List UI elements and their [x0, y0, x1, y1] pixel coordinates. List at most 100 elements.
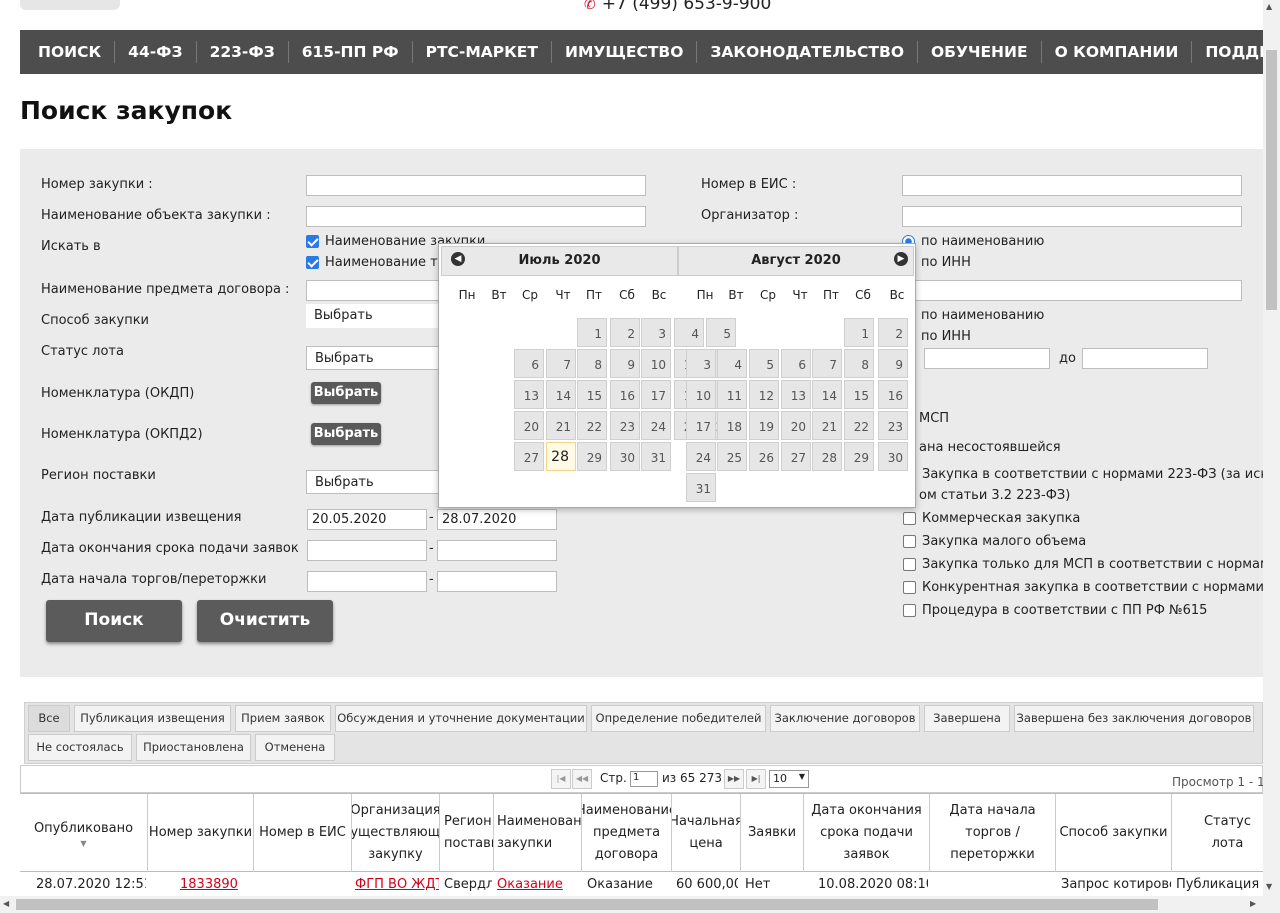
july-day[interactable]: 16: [610, 380, 640, 409]
pub-date-to-input[interactable]: 28.07.2020: [437, 509, 557, 530]
col-region[interactable]: Регион поставки: [439, 794, 493, 872]
july-day[interactable]: 30: [610, 442, 640, 471]
july-day[interactable]: 28: [546, 442, 576, 471]
july-day[interactable]: 5: [706, 318, 736, 347]
tab-completed-no-contract[interactable]: Завершена без заключения договоров: [1014, 705, 1254, 732]
august-day[interactable]: 7: [812, 349, 842, 378]
scroll-right-icon[interactable]: ▶: [1250, 899, 1256, 908]
last-page-icon[interactable]: ▶|: [746, 769, 766, 789]
cb-commercial[interactable]: Коммерческая закупка: [903, 511, 1080, 526]
col-status[interactable]: Статус лота: [1171, 794, 1263, 872]
price-to-input[interactable]: [1082, 348, 1208, 369]
col-number[interactable]: Номер закупки: [147, 794, 253, 872]
nav-44fz[interactable]: 44-ФЗ: [114, 41, 195, 63]
auction-start-from-input[interactable]: [307, 571, 427, 592]
pub-date-from-input[interactable]: 20.05.2020: [307, 509, 427, 530]
col-subject[interactable]: Наименование предмета договора: [581, 794, 671, 872]
cb-615[interactable]: Процедура в соответствии с ПП РФ №615: [903, 603, 1207, 618]
tab-discussion[interactable]: Обсуждения и уточнение документации: [335, 705, 587, 732]
august-day[interactable]: 14: [812, 380, 842, 409]
organizer-by-name-radio[interactable]: по наименованию: [902, 234, 1044, 249]
nav-615pp[interactable]: 615-ПП РФ: [287, 41, 412, 63]
tab-winners[interactable]: Определение победителей: [591, 705, 766, 732]
august-day[interactable]: 20: [781, 411, 811, 440]
col-purchase-name[interactable]: Наименование закупки: [493, 794, 581, 872]
august-day[interactable]: 13: [781, 380, 811, 409]
july-day[interactable]: 8: [577, 349, 607, 378]
col-deadline[interactable]: Дата окончания срока подачи заявок: [803, 794, 929, 872]
tab-cancelled[interactable]: Отменена: [255, 734, 335, 761]
col-published[interactable]: Опубликовано ▼: [20, 794, 147, 872]
scroll-up-icon[interactable]: ▲: [1266, 2, 1272, 11]
cb-small-volume[interactable]: Закупка малого объема: [903, 534, 1086, 549]
august-day[interactable]: 4: [717, 349, 747, 378]
okpd2-select-button[interactable]: Выбрать: [311, 423, 381, 445]
prev-month-icon[interactable]: ◀: [451, 252, 465, 266]
july-day[interactable]: 17: [641, 380, 671, 409]
object-name-input[interactable]: [306, 206, 646, 227]
nav-about[interactable]: О КОМПАНИИ: [1040, 41, 1192, 63]
tab-suspended[interactable]: Приостановлена: [136, 734, 251, 761]
checkbox-checked[interactable]: [306, 256, 319, 269]
purchase-number-input[interactable]: [306, 175, 646, 196]
august-day[interactable]: 22: [844, 411, 874, 440]
price-from-input[interactable]: [924, 348, 1050, 369]
august-day[interactable]: 2: [878, 318, 908, 347]
july-day[interactable]: 4: [674, 318, 704, 347]
col-method[interactable]: Способ закупки: [1055, 794, 1171, 872]
next-page-icon[interactable]: ▶▶: [724, 769, 744, 789]
customer-input[interactable]: [902, 280, 1242, 301]
august-day[interactable]: 16: [878, 380, 908, 409]
august-day[interactable]: 10: [686, 380, 716, 409]
august-day[interactable]: 18: [717, 411, 747, 440]
august-day[interactable]: 25: [717, 442, 747, 471]
scroll-down-icon[interactable]: ▼: [1266, 882, 1272, 891]
nav-property[interactable]: ИМУЩЕСТВО: [550, 41, 696, 63]
customer-by-name-radio[interactable]: по наименованию: [902, 308, 1044, 323]
logo[interactable]: [20, 0, 120, 10]
clear-button[interactable]: Очистить: [197, 600, 333, 642]
cb-msp-only[interactable]: Закупка только для МСП в соответствии с …: [903, 557, 1263, 572]
august-day[interactable]: 15: [844, 380, 874, 409]
july-day[interactable]: 10: [641, 349, 671, 378]
july-day[interactable]: 20: [514, 411, 544, 440]
august-day[interactable]: 3: [686, 349, 716, 378]
search-button[interactable]: Поиск: [46, 600, 182, 642]
checkbox[interactable]: [903, 558, 916, 571]
july-day[interactable]: 6: [514, 349, 544, 378]
august-day[interactable]: 5: [749, 349, 779, 378]
july-day[interactable]: 23: [610, 411, 640, 440]
august-day[interactable]: 23: [878, 411, 908, 440]
august-day[interactable]: 12: [749, 380, 779, 409]
august-day[interactable]: 6: [781, 349, 811, 378]
next-month-icon[interactable]: ▶: [894, 252, 908, 266]
organizer-input[interactable]: [902, 206, 1242, 227]
july-day[interactable]: 13: [514, 380, 544, 409]
checkbox[interactable]: [903, 512, 916, 525]
col-bids[interactable]: Заявки: [740, 794, 803, 872]
july-day[interactable]: 14: [546, 380, 576, 409]
august-day[interactable]: 27: [781, 442, 811, 471]
august-day[interactable]: 30: [878, 442, 908, 471]
checkbox-checked[interactable]: [306, 235, 319, 248]
august-day[interactable]: 29: [844, 442, 874, 471]
first-page-icon[interactable]: |◀: [551, 769, 571, 789]
august-day[interactable]: 24: [686, 442, 716, 471]
august-day[interactable]: 8: [844, 349, 874, 378]
deadline-from-input[interactable]: [307, 540, 427, 561]
col-eis[interactable]: Номер в ЕИС: [253, 794, 351, 872]
july-day[interactable]: 7: [546, 349, 576, 378]
july-day[interactable]: 2: [610, 318, 640, 347]
august-day[interactable]: 28: [812, 442, 842, 471]
nav-rts-market[interactable]: РТС-МАРКЕТ: [411, 41, 551, 63]
july-day[interactable]: 9: [610, 349, 640, 378]
tab-contracts[interactable]: Заключение договоров: [770, 705, 920, 732]
per-page-select[interactable]: 10 ▼: [769, 770, 809, 788]
august-day[interactable]: 1: [844, 318, 874, 347]
vertical-scroll-thumb[interactable]: [1266, 50, 1277, 310]
prev-page-icon[interactable]: ◀◀: [572, 769, 592, 789]
august-day[interactable]: 26: [749, 442, 779, 471]
tab-publication[interactable]: Публикация извещения: [74, 705, 231, 732]
august-day[interactable]: 17: [686, 411, 716, 440]
july-day[interactable]: 1: [577, 318, 607, 347]
